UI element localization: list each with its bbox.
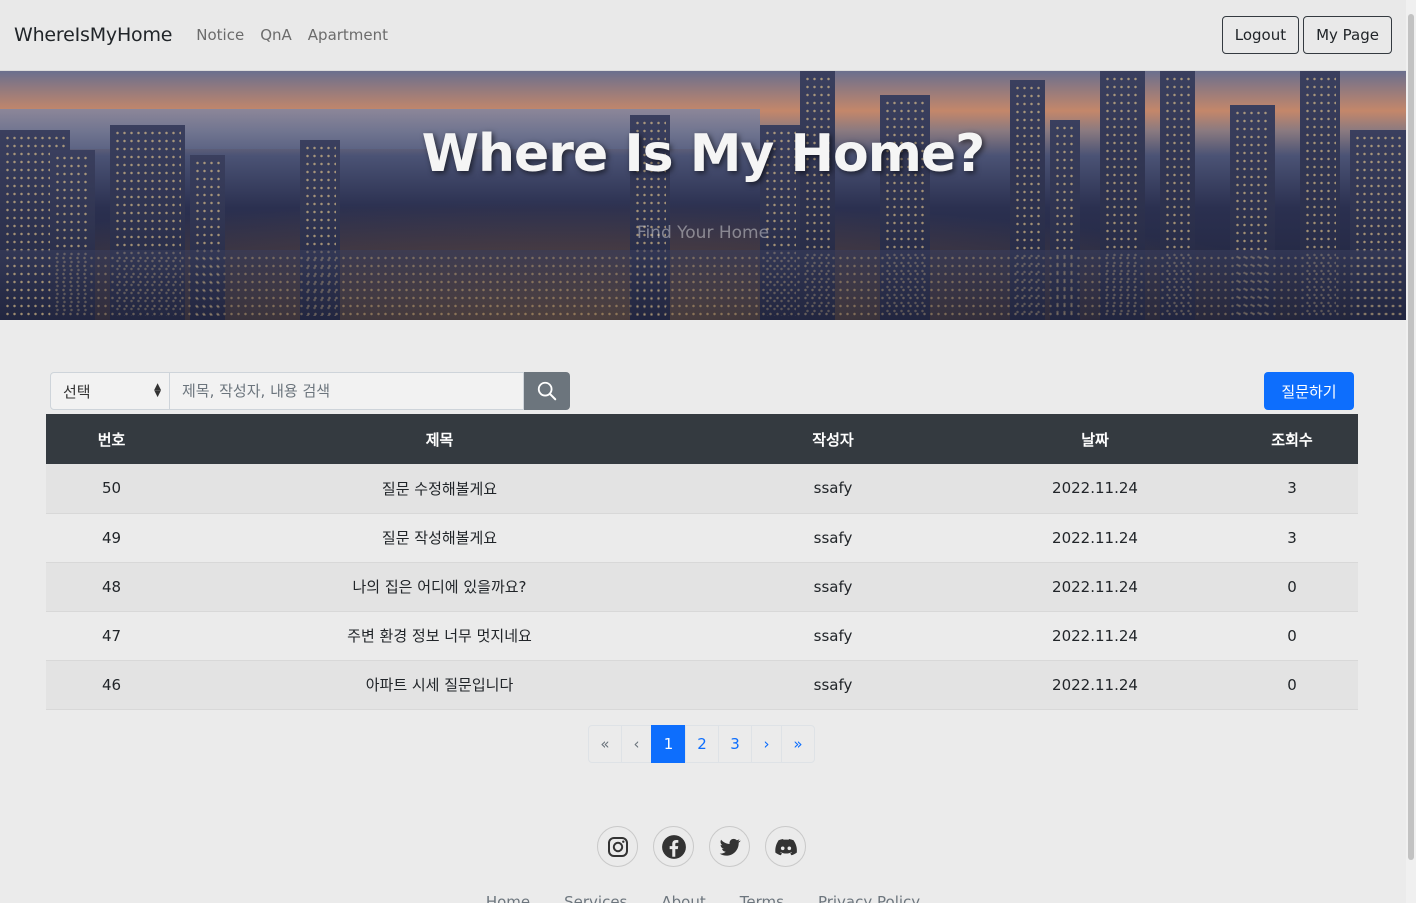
nav-link-apartment[interactable]: Apartment bbox=[308, 26, 388, 44]
cell-number: 50 bbox=[46, 464, 177, 514]
cell-date: 2022.11.24 bbox=[964, 562, 1226, 612]
ask-question-button[interactable]: 질문하기 bbox=[1264, 372, 1354, 410]
cell-number: 47 bbox=[46, 611, 177, 661]
cell-views: 0 bbox=[1226, 562, 1358, 612]
page-1-button[interactable]: 1 bbox=[651, 725, 686, 763]
search-input[interactable] bbox=[170, 372, 524, 410]
cell-date: 2022.11.24 bbox=[964, 611, 1226, 661]
cell-author: ssafy bbox=[702, 611, 964, 661]
pagination: « ‹ 1 2 3 › » bbox=[588, 725, 815, 763]
hero-banner: Where Is My Home? Find Your Home bbox=[0, 71, 1406, 320]
logout-button[interactable]: Logout bbox=[1221, 16, 1300, 54]
search-bar: 선택 ▲ ▼ bbox=[50, 372, 570, 410]
header-author: 작성자 bbox=[702, 414, 964, 464]
twitter-link[interactable] bbox=[709, 826, 750, 867]
cell-title[interactable]: 질문 작성해볼게요 bbox=[177, 513, 702, 563]
cell-views: 3 bbox=[1226, 513, 1358, 563]
qna-table: 번호 제목 작성자 날짜 조회수 50 질문 수정해볼게요 ssafy 2022… bbox=[46, 414, 1358, 710]
table-header-row: 번호 제목 작성자 날짜 조회수 bbox=[46, 414, 1358, 464]
cell-date: 2022.11.24 bbox=[964, 464, 1226, 514]
footer-link-terms[interactable]: Terms bbox=[740, 893, 784, 903]
navbar: WhereIsMyHome Notice QnA Apartment Logou… bbox=[0, 0, 1406, 71]
facebook-link[interactable] bbox=[653, 826, 694, 867]
page-scrollbar[interactable] bbox=[1406, 0, 1416, 903]
cell-number: 46 bbox=[46, 660, 177, 710]
table-row[interactable]: 49 질문 작성해볼게요 ssafy 2022.11.24 3 bbox=[46, 513, 1358, 563]
cell-views: 0 bbox=[1226, 660, 1358, 710]
header-title: 제목 bbox=[177, 414, 702, 464]
hero-subtitle: Find Your Home bbox=[636, 223, 770, 243]
table-row[interactable]: 47 주변 환경 정보 너무 멋지네요 ssafy 2022.11.24 0 bbox=[46, 611, 1358, 661]
social-links bbox=[597, 826, 806, 867]
instagram-icon bbox=[607, 836, 628, 857]
page-3-button[interactable]: 3 bbox=[718, 725, 752, 763]
instagram-link[interactable] bbox=[597, 826, 638, 867]
page-prev-button[interactable]: ‹ bbox=[621, 725, 652, 763]
header-date: 날짜 bbox=[964, 414, 1226, 464]
cell-title[interactable]: 질문 수정해볼게요 bbox=[177, 464, 702, 514]
cell-date: 2022.11.24 bbox=[964, 660, 1226, 710]
header-number: 번호 bbox=[46, 414, 177, 464]
cell-author: ssafy bbox=[702, 660, 964, 710]
select-value: 선택 bbox=[63, 382, 91, 401]
nav-link-qna[interactable]: QnA bbox=[260, 26, 292, 44]
cell-date: 2022.11.24 bbox=[964, 513, 1226, 563]
cell-number: 48 bbox=[46, 562, 177, 612]
page-next-button[interactable]: › bbox=[751, 725, 782, 763]
page-last-button[interactable]: » bbox=[781, 725, 815, 763]
header-views: 조회수 bbox=[1226, 414, 1358, 464]
search-type-select[interactable]: 선택 ▲ ▼ bbox=[50, 372, 170, 410]
cell-author: ssafy bbox=[702, 513, 964, 563]
cell-author: ssafy bbox=[702, 562, 964, 612]
my-page-button[interactable]: My Page bbox=[1303, 16, 1392, 54]
cell-views: 0 bbox=[1226, 611, 1358, 661]
nav-actions: Logout My Page bbox=[1221, 16, 1392, 54]
table-row[interactable]: 50 질문 수정해볼게요 ssafy 2022.11.24 3 bbox=[46, 464, 1358, 514]
cell-title[interactable]: 나의 집은 어디에 있을까요? bbox=[177, 562, 702, 612]
twitter-icon bbox=[719, 838, 741, 856]
select-arrows-icon: ▲ ▼ bbox=[154, 382, 161, 399]
discord-icon bbox=[774, 838, 797, 855]
table-row[interactable]: 46 아파트 시세 질문입니다 ssafy 2022.11.24 0 bbox=[46, 660, 1358, 710]
footer-nav: Home Services About Terms Privacy Policy bbox=[0, 893, 1406, 903]
cell-number: 49 bbox=[46, 513, 177, 563]
page-2-button[interactable]: 2 bbox=[685, 725, 719, 763]
nav-link-notice[interactable]: Notice bbox=[196, 26, 244, 44]
cell-title[interactable]: 주변 환경 정보 너무 멋지네요 bbox=[177, 611, 702, 661]
discord-link[interactable] bbox=[765, 826, 806, 867]
hero-title: Where Is My Home? bbox=[421, 124, 986, 184]
hero-city-base bbox=[0, 250, 1406, 320]
cell-views: 3 bbox=[1226, 464, 1358, 514]
scrollbar-thumb[interactable] bbox=[1408, 14, 1414, 860]
footer-link-home[interactable]: Home bbox=[486, 893, 530, 903]
table-row[interactable]: 48 나의 집은 어디에 있을까요? ssafy 2022.11.24 0 bbox=[46, 562, 1358, 612]
footer-link-about[interactable]: About bbox=[661, 893, 705, 903]
search-button[interactable] bbox=[524, 372, 570, 410]
brand-logo[interactable]: WhereIsMyHome bbox=[14, 24, 172, 46]
search-icon bbox=[537, 381, 557, 401]
footer-link-privacy[interactable]: Privacy Policy bbox=[818, 893, 920, 903]
facebook-icon bbox=[661, 834, 686, 859]
cell-author: ssafy bbox=[702, 464, 964, 514]
footer-link-services[interactable]: Services bbox=[564, 893, 627, 903]
cell-title[interactable]: 아파트 시세 질문입니다 bbox=[177, 660, 702, 710]
page-first-button[interactable]: « bbox=[588, 725, 622, 763]
